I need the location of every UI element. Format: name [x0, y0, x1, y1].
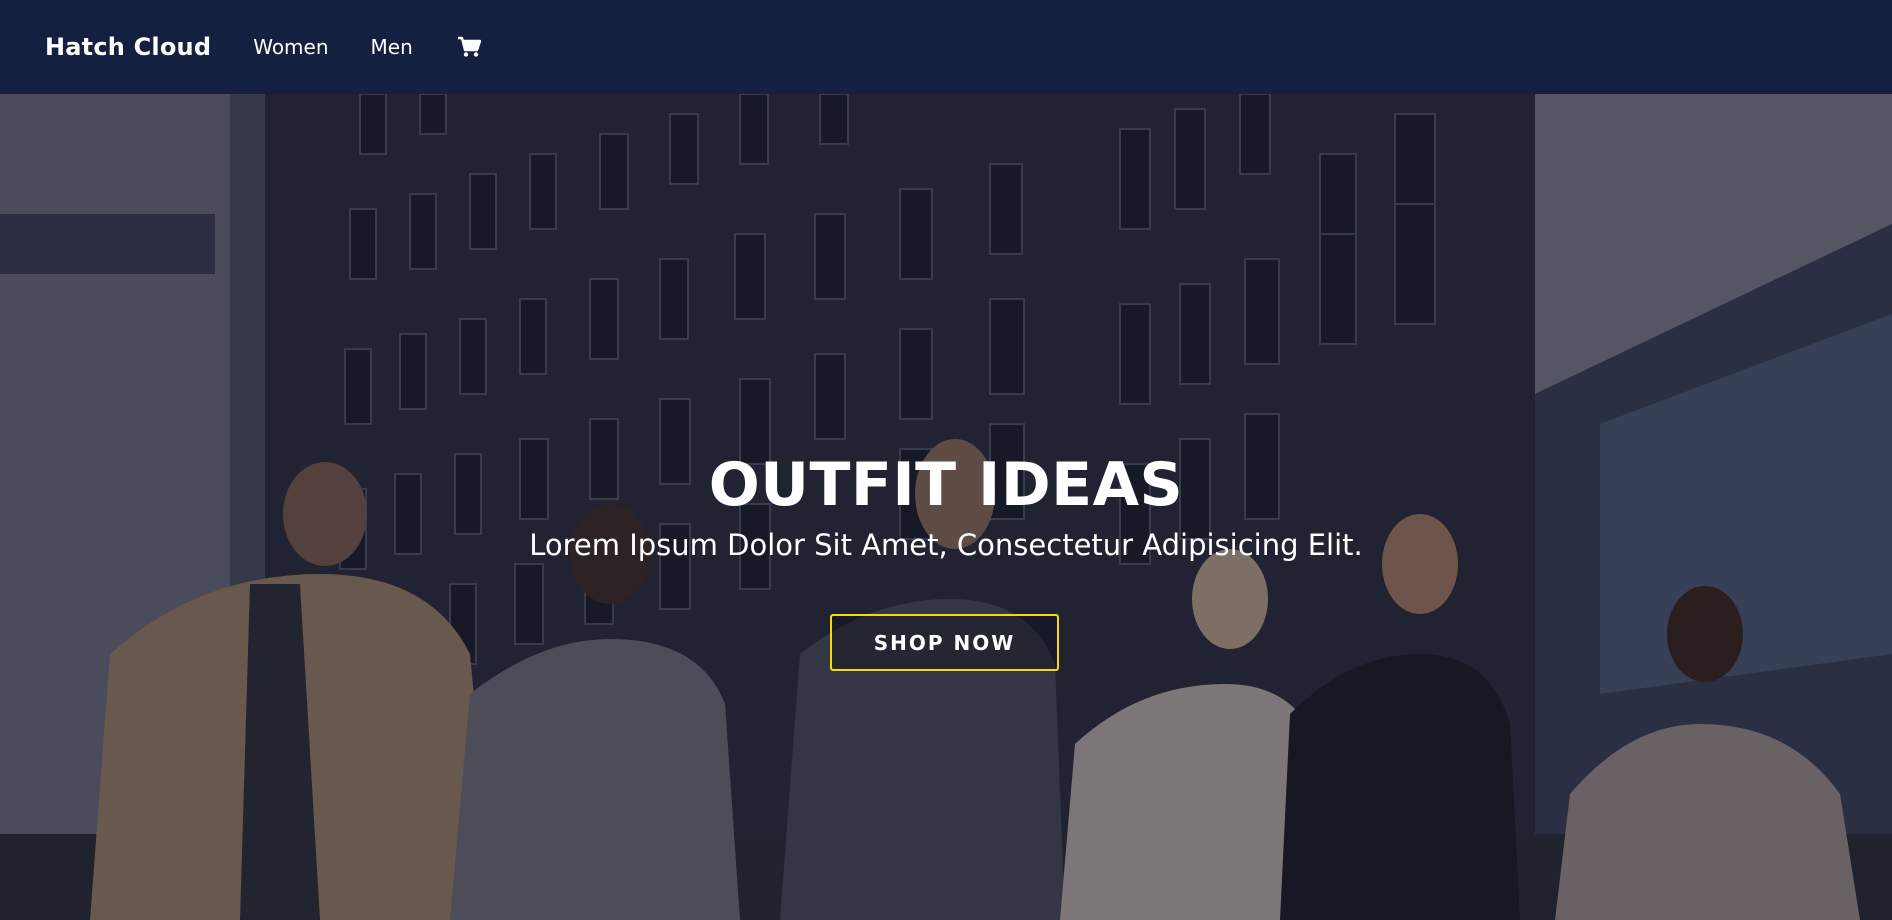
hero-content: OUTFIT IDEAS Lorem Ipsum Dolor Sit Amet,… — [0, 94, 1892, 920]
nav-link-women[interactable]: Women — [253, 35, 328, 59]
hero-title: OUTFIT IDEAS — [708, 450, 1184, 520]
shop-now-button[interactable]: SHOP NOW — [830, 614, 1059, 671]
hero-section: OUTFIT IDEAS Lorem Ipsum Dolor Sit Amet,… — [0, 94, 1892, 920]
hero-subtitle: Lorem Ipsum Dolor Sit Amet, Consectetur … — [529, 528, 1363, 562]
nav-link-men[interactable]: Men — [371, 35, 413, 59]
top-navbar: Hatch Cloud Women Men — [0, 0, 1892, 94]
brand-logo[interactable]: Hatch Cloud — [45, 33, 211, 61]
shopping-cart-icon[interactable] — [455, 33, 483, 61]
